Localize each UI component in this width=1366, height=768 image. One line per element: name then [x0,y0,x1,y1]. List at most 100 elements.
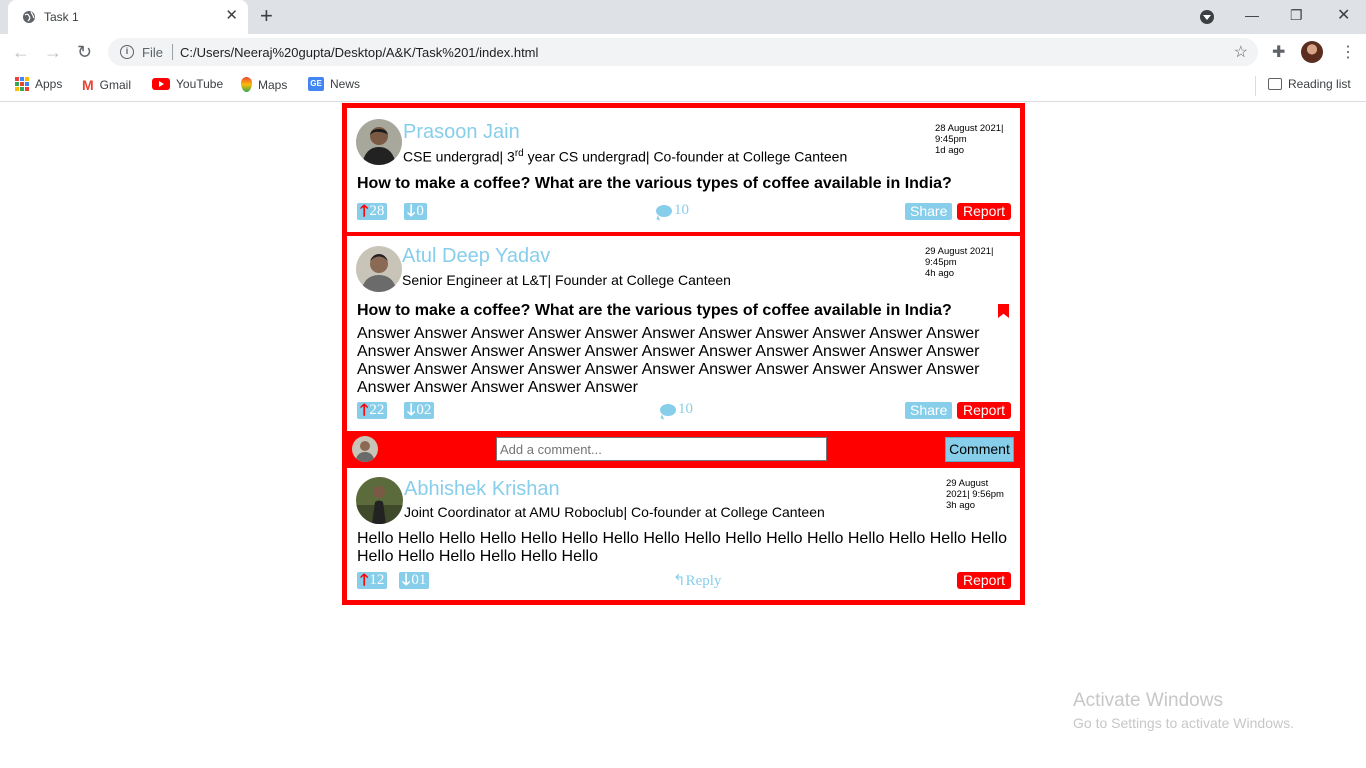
timestamp: 29 August 2021| 9:56pm 3h ago [946,478,1004,511]
globe-icon [23,11,35,23]
arrow-down-icon: 🡓 [407,203,416,220]
apps-grid-icon [15,77,29,91]
comment-input[interactable] [496,437,827,461]
upvote-button[interactable]: 🡑 12 [357,572,388,589]
tab-strip: Task 1 ✕ + — ❐ ✕ [0,0,1366,34]
browser-toolbar: ← → ↻ i File C:/Users/Neeraj%20gupta/Des… [0,34,1366,70]
reply-text: Hello Hello Hello Hello Hello Hello Hell… [357,530,1008,565]
browser-tab[interactable]: Task 1 ✕ [8,0,248,34]
arrow-down-icon: 🡓 [407,402,416,419]
user-name[interactable]: Atul Deep Yadav [402,245,550,268]
comment-bubble-icon [660,403,676,416]
user-tagline: Senior Engineer at L&T| Founder at Colle… [402,272,731,288]
report-button[interactable]: Report [957,203,1012,220]
question-text[interactable]: How to make a coffee? What are the vario… [357,302,952,320]
activation-watermark: Activate Windows Go to Settings to activ… [1073,690,1294,731]
url-text[interactable]: C:/Users/Neeraj%20gupta/Desktop/A&K/Task… [180,45,538,60]
downvote-count: 0 [416,203,424,219]
downvote-count: 01 [411,572,427,588]
bookmark-label: Gmail [99,78,132,92]
menu-icon[interactable]: ⋮ [1340,42,1356,62]
user-tagline: Joint Coordinator at AMU Roboclub| Co-fo… [404,504,825,520]
bookmark-label: News [330,77,361,91]
close-window-icon[interactable]: ✕ [1337,5,1350,25]
upvote-count: 12 [369,572,385,588]
bookmark-star-icon[interactable]: ☆ [1234,42,1248,62]
upvote-button[interactable]: 🡑 28 [357,203,388,220]
reply-arrow-icon: ↰ [673,573,686,589]
news-icon: GE [308,77,324,91]
bookmark-news[interactable]: GE News [308,77,360,91]
bookmark-gmail[interactable]: M Gmail [82,77,131,93]
question-card: Prasoon Jain CSE undergrad| 3rd year CS … [347,108,1020,232]
answer-text: Answer Answer Answer Answer Answer Answe… [357,325,980,396]
upvote-count: 28 [369,203,385,219]
minimize-icon[interactable]: — [1245,7,1259,23]
comment-count: 10 [678,401,693,417]
downvote-button[interactable]: 🡓 02 [404,402,435,419]
back-arrow-icon[interactable]: ← [12,42,30,62]
forward-arrow-icon[interactable]: → [44,42,62,62]
avatar[interactable] [356,119,402,165]
youtube-icon [152,78,170,90]
user-name[interactable]: Abhishek Krishan [404,478,560,501]
comments-button[interactable]: 10 [660,401,693,418]
timestamp: 29 August 2021| 9:45pm 4h ago [925,246,994,279]
answer-card: Atul Deep Yadav Senior Engineer at L&T| … [347,236,1020,431]
downvote-button[interactable]: 🡓 01 [399,572,430,589]
bookmark-label: Apps [35,77,63,91]
comments-button[interactable]: 10 [656,202,689,219]
share-button[interactable]: Share [905,203,953,220]
reading-list-label: Reading list [1288,77,1351,91]
restore-icon[interactable]: ❐ [1290,7,1303,24]
reply-label: Reply [685,573,722,589]
downvote-count: 02 [416,402,432,418]
share-button[interactable]: Share [905,402,953,419]
downvote-button[interactable]: 🡓 0 [404,203,427,220]
arrow-up-icon: 🡑 [360,402,369,419]
watermark-subtitle: Go to Settings to activate Windows. [1073,715,1294,731]
gmail-icon: M [82,77,94,93]
reply-card: Abhishek Krishan Joint Coordinator at AM… [347,468,1020,600]
user-name[interactable]: Prasoon Jain [403,121,520,144]
maps-pin-icon [241,77,252,92]
comment-bar: Comment [342,432,1025,465]
comment-button[interactable]: Comment [945,437,1014,462]
bookmark-maps[interactable]: Maps [241,77,287,92]
commenter-avatar [352,436,378,462]
reload-icon[interactable]: ↻ [77,42,92,62]
bookmark-icon[interactable] [998,304,1009,318]
watermark-title: Activate Windows [1073,690,1223,711]
upvote-button[interactable]: 🡑 22 [357,402,388,419]
comment-bubble-icon [656,204,672,217]
new-tab-button[interactable]: + [260,5,273,27]
profile-avatar[interactable] [1301,41,1323,63]
reading-list-button[interactable]: Reading list [1268,77,1351,91]
bookmark-label: YouTube [176,77,224,91]
arrow-down-icon: 🡓 [402,572,411,589]
user-tagline: CSE undergrad| 3rd year CS undergrad| Co… [403,148,848,165]
bookmark-apps[interactable]: Apps [15,77,62,91]
report-button[interactable]: Report [957,402,1012,419]
extensions-icon[interactable]: ✚ [1272,42,1285,62]
arrow-up-icon: 🡑 [360,572,369,589]
avatar[interactable] [356,246,402,292]
bookmark-youtube[interactable]: YouTube [152,77,223,91]
info-icon[interactable]: i [120,45,134,59]
arrow-up-icon: 🡑 [360,203,369,220]
upvote-count: 22 [369,402,385,418]
bookmarks-divider [1255,76,1256,96]
close-tab-icon[interactable]: ✕ [225,8,238,24]
scheme-label: File [142,45,163,60]
reply-button[interactable]: ↰Reply [673,571,721,590]
comment-count: 10 [674,202,689,218]
tab-search-icon[interactable] [1200,10,1214,24]
tab-title: Task 1 [44,10,79,24]
bookmarks-bar: Apps M Gmail YouTube Maps GE News Readin… [0,70,1366,102]
bookmark-label: Maps [258,77,288,92]
report-button[interactable]: Report [957,572,1012,589]
question-text[interactable]: How to make a coffee? What are the vario… [357,175,952,193]
timestamp: 28 August 2021| 9:45pm 1d ago [935,123,1004,156]
address-bar[interactable]: i File C:/Users/Neeraj%20gupta/Desktop/A… [108,38,1258,66]
avatar[interactable] [356,477,403,524]
